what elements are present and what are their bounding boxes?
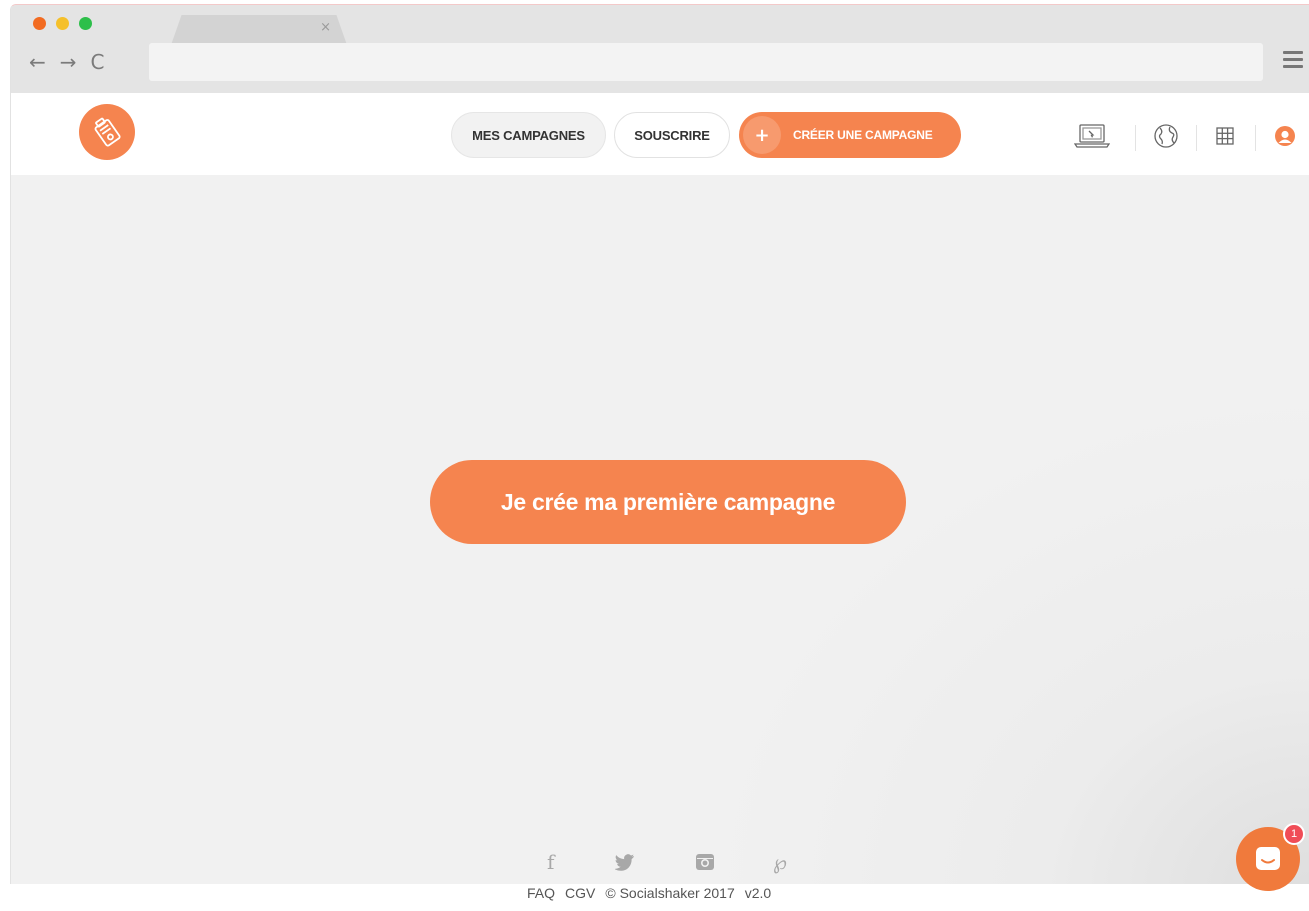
browser-nav: ← → C [29, 50, 105, 74]
browser-window: × ← → C MES CAMPAGNES SOUSCRIRE + CRÉER … [10, 4, 1309, 884]
close-window-button[interactable] [33, 17, 46, 30]
twitter-icon[interactable] [614, 852, 635, 876]
user-icon[interactable] [1271, 121, 1299, 151]
logo[interactable] [79, 104, 135, 160]
plus-icon: + [743, 116, 781, 154]
minimize-window-button[interactable] [56, 17, 69, 30]
pinterest-icon[interactable]: ℘ [773, 850, 787, 874]
social-links: f ℘ [535, 850, 795, 876]
main-content: Je crée ma première campagne f ℘ [11, 175, 1309, 884]
browser-chrome: × ← → C [11, 5, 1309, 93]
notification-badge: 1 [1283, 823, 1305, 845]
create-campaign-button[interactable]: + CRÉER UNE CAMPAGNE [739, 112, 961, 158]
maximize-window-button[interactable] [79, 17, 92, 30]
divider [1255, 125, 1256, 151]
copyright-text: © Socialshaker 2017 [605, 885, 735, 901]
chat-icon [1256, 847, 1280, 870]
cgv-link[interactable]: CGV [565, 885, 595, 901]
faq-link[interactable]: FAQ [527, 885, 555, 901]
tag-ticket-icon [94, 117, 121, 147]
globe-icon[interactable] [1151, 121, 1181, 151]
create-first-campaign-button[interactable]: Je crée ma première campagne [430, 460, 906, 544]
create-campaign-label: CRÉER UNE CAMPAGNE [793, 128, 933, 142]
laptop-icon[interactable] [1073, 121, 1111, 151]
reload-icon[interactable]: C [91, 50, 105, 74]
footer-links: FAQ CGV © Socialshaker 2017 v2.0 [527, 885, 771, 901]
window-controls [33, 17, 92, 30]
divider [1196, 125, 1197, 151]
forward-arrow-icon[interactable]: → [60, 50, 77, 74]
address-bar[interactable] [149, 43, 1263, 81]
version-text: v2.0 [744, 885, 772, 901]
subscribe-button[interactable]: SOUSCRIRE [614, 112, 730, 158]
app-header: MES CAMPAGNES SOUSCRIRE + CRÉER UNE CAMP… [11, 93, 1309, 175]
close-icon[interactable]: × [320, 20, 331, 35]
instagram-icon[interactable] [695, 852, 715, 876]
facebook-icon[interactable]: f [547, 850, 554, 874]
browser-tab[interactable]: × [171, 15, 347, 45]
my-campaigns-button[interactable]: MES CAMPAGNES [451, 112, 606, 158]
hamburger-menu-icon[interactable] [1283, 51, 1303, 72]
divider [1135, 125, 1136, 151]
grid-icon[interactable] [1213, 121, 1237, 151]
back-arrow-icon[interactable]: ← [29, 50, 46, 74]
